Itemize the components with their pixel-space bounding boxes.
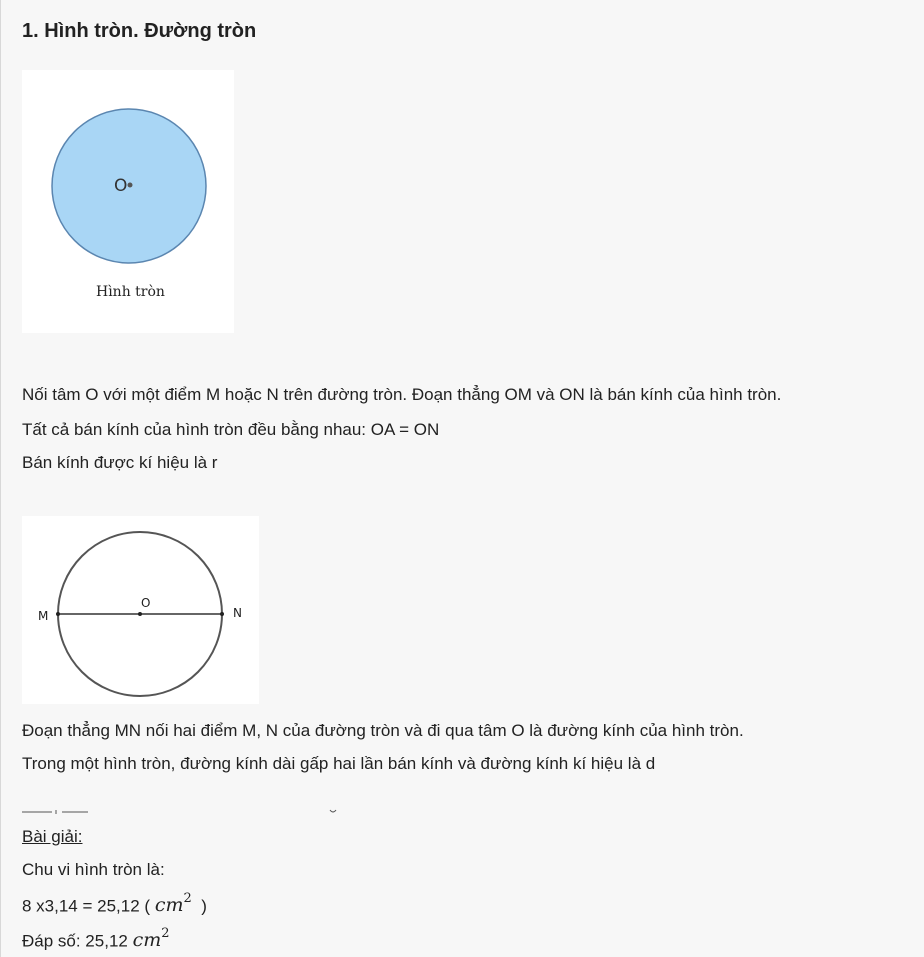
left-border — [0, 0, 1, 957]
point-m — [56, 612, 60, 616]
label-o: O — [141, 596, 150, 610]
calc-unit: cm2 — [154, 891, 192, 917]
circle-figure: O Hình tròn — [22, 70, 234, 333]
solution-line-1: Chu vi hình tròn là: — [22, 860, 165, 879]
diameter-text-1: Đoạn thẳng MN nối hai điểm M, N của đườn… — [22, 721, 744, 740]
answer-exponent: 2 — [161, 926, 170, 941]
diameter-figure: O M N — [22, 516, 259, 704]
calc-prefix: 8 x3,14 = 25,12 ( — [22, 896, 151, 916]
solution-label: Bài giải: — [22, 827, 83, 846]
circle-illustration: O Hình tròn — [51, 108, 207, 300]
radius-text-1: Nối tâm O với một điểm M hoặc N trên đườ… — [22, 385, 782, 404]
calc-suffix: ) — [201, 896, 207, 916]
circle-caption: Hình tròn — [96, 284, 165, 300]
radius-text-3: Bán kính được kí hiệu là r — [22, 453, 218, 472]
diameter-illustration: O M N — [38, 531, 242, 697]
calc-exponent: 2 — [183, 891, 192, 906]
section-heading: 1. Hình tròn. Đường tròn — [22, 20, 257, 42]
point-o — [138, 612, 142, 616]
solution-calculation: 8 x3,14 = 25,12 ( cm2 ) — [22, 891, 207, 917]
radius-text-2: Tất cả bán kính của hình tròn đều bằng n… — [22, 420, 440, 439]
answer-unit: cm2 — [132, 926, 170, 952]
diameter-text-2: Trong một hình tròn, đường kính dài gấp … — [22, 754, 656, 773]
solution-answer: Đáp số: 25,12 cm2 — [22, 926, 170, 952]
clipped-text-remnant — [22, 809, 337, 814]
center-dot — [127, 182, 133, 188]
label-m: M — [38, 609, 48, 623]
point-n — [220, 612, 224, 616]
answer-prefix: Đáp số: 25,12 — [22, 931, 128, 951]
center-label: O — [114, 176, 127, 196]
label-n: N — [233, 606, 242, 620]
